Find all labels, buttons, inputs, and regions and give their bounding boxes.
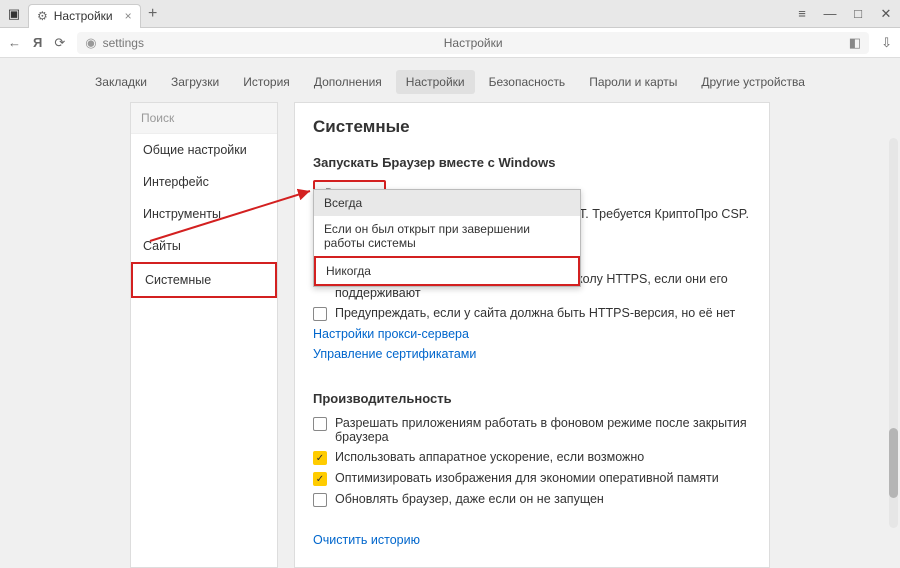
addressbar: ← Я ⟳ ◉ settings Настройки ◧ ⇩ [0,28,900,58]
section-performance: Производительность [313,391,751,406]
settings-tabs: Закладки Загрузки История Дополнения Нас… [0,58,900,102]
tab-addons[interactable]: Дополнения [304,70,392,94]
scrollbar-thumb[interactable] [889,428,898,498]
check-hwaccel[interactable]: ✓ Использовать аппаратное ускорение, есл… [313,450,751,465]
dropdown-option-ifopen[interactable]: Если он был открыт при завершении работы… [314,216,580,256]
tab-bookmarks[interactable]: Закладки [85,70,157,94]
back-icon[interactable]: ← [8,35,21,50]
sidebar-toggle-icon[interactable]: ▣ [0,6,28,22]
site-info-icon: ◉ [85,35,96,51]
page-heading: Системные [313,117,751,137]
link-clear-history[interactable]: Очистить историю [313,533,751,547]
bookmark-icon[interactable]: ◧ [849,35,861,51]
sidebar-item-interface[interactable]: Интерфейс [131,166,277,198]
startup-dropdown: Всегда Если он был открыт при завершении… [313,189,581,287]
download-icon[interactable]: ⇩ [881,35,892,51]
check-update[interactable]: Обновлять браузер, даже если он не запущ… [313,492,751,507]
yandex-icon[interactable]: Я [33,35,42,50]
checkbox-icon [313,417,327,431]
checkbox-checked-icon: ✓ [313,451,327,465]
check-https-warn[interactable]: Предупреждать, если у сайта должна быть … [313,306,751,321]
tab-security[interactable]: Безопасность [479,70,576,94]
tab-devices[interactable]: Другие устройства [691,70,815,94]
check-background[interactable]: Разрешать приложениям работать в фоновом… [313,416,751,444]
titlebar: ▣ ⚙ Настройки × + ≡ — □ ✕ [0,0,900,28]
check-optimize[interactable]: ✓ Оптимизировать изображения для экономи… [313,471,751,486]
sidebar: Поиск Общие настройки Интерфейс Инструме… [130,102,278,568]
maximize-button[interactable]: □ [844,6,872,22]
gear-icon: ⚙ [37,9,48,23]
page: Закладки Загрузки История Дополнения Нас… [0,58,900,506]
section-startup: Запускать Браузер вместе с Windows [313,155,751,170]
new-tab-button[interactable]: + [141,5,165,23]
link-cert[interactable]: Управление сертификатами [313,347,751,361]
menu-icon[interactable]: ≡ [788,6,816,22]
link-proxy[interactable]: Настройки прокси-сервера [313,327,751,341]
minimize-button[interactable]: — [816,6,844,22]
browser-tab[interactable]: ⚙ Настройки × [28,4,141,28]
checkbox-icon [313,307,327,321]
checkbox-label: Оптимизировать изображения для экономии … [335,471,719,485]
tab-close-icon[interactable]: × [125,9,132,23]
close-button[interactable]: ✕ [872,6,900,22]
sidebar-item-sites[interactable]: Сайты [131,230,277,262]
tab-downloads[interactable]: Загрузки [161,70,229,94]
url-text: settings [103,36,144,50]
checkbox-icon [313,493,327,507]
checkbox-label: Предупреждать, если у сайта должна быть … [335,306,735,320]
tab-history[interactable]: История [233,70,300,94]
window-controls: ≡ — □ ✕ [788,6,900,22]
tab-title: Настройки [54,9,113,23]
main-panel: Системные Запускать Браузер вместе с Win… [294,102,770,568]
sidebar-item-general[interactable]: Общие настройки [131,134,277,166]
checkbox-checked-icon: ✓ [313,472,327,486]
checkbox-label: Обновлять браузер, даже если он не запущ… [335,492,604,506]
sidebar-item-tools[interactable]: Инструменты [131,198,277,230]
sidebar-item-system[interactable]: Системные [131,262,277,298]
dropdown-option-never[interactable]: Никогда [314,256,580,286]
search-input[interactable]: Поиск [131,103,277,134]
checkbox-label: Использовать аппаратное ускорение, если … [335,450,644,464]
tab-settings[interactable]: Настройки [396,70,475,94]
content: Поиск Общие настройки Интерфейс Инструме… [0,102,900,568]
checkbox-label: Разрешать приложениям работать в фоновом… [335,416,751,444]
tab-passwords[interactable]: Пароли и карты [579,70,687,94]
reload-icon[interactable]: ⟳ [54,35,65,51]
address-input[interactable]: ◉ settings Настройки ◧ [77,32,869,54]
page-title-addr: Настройки [444,36,503,50]
dropdown-option-always[interactable]: Всегда [314,190,580,216]
